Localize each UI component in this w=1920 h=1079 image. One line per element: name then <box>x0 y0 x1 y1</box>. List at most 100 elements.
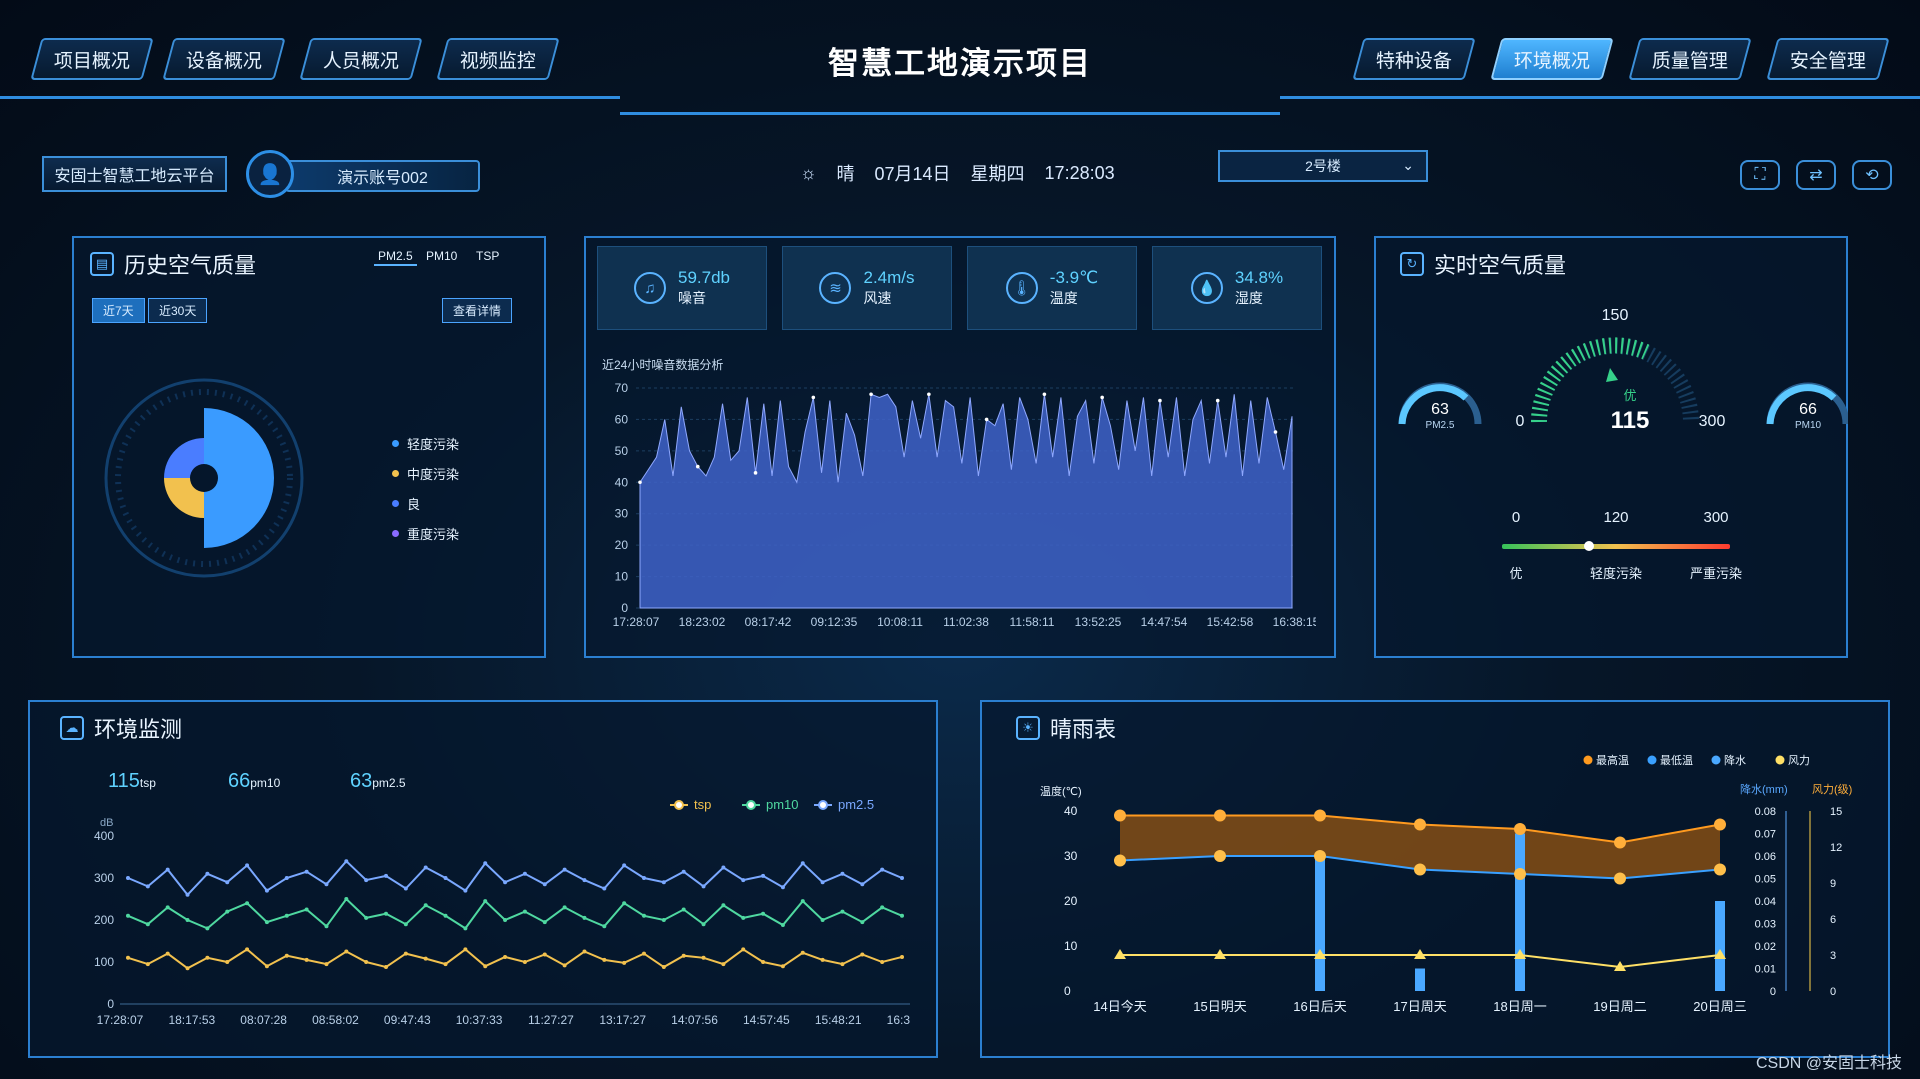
series-point-tsp <box>403 951 408 956</box>
range-30days[interactable]: 近30天 <box>148 298 208 323</box>
y2-tick-label: 0.01 <box>1755 964 1776 976</box>
rain-bar <box>1315 856 1325 991</box>
y-axis-unit: dB <box>100 817 113 829</box>
noise-point <box>1100 395 1104 400</box>
forecast-title: ☀ 晴雨表 <box>1016 712 1116 744</box>
x-tick-label: 14日今天 <box>1093 999 1146 1014</box>
series-point-pm10 <box>423 903 428 908</box>
high-temp-sun-marker <box>1714 818 1726 831</box>
tab-pm25[interactable]: PM2.5 <box>374 248 417 266</box>
gauge-pointer <box>1606 368 1618 382</box>
low-temp-moon-marker <box>1714 863 1726 876</box>
noise-point <box>1042 392 1047 397</box>
history-air-title: ▤ 历史空气质量 <box>90 248 256 280</box>
pm10-label: PM10 <box>1795 420 1822 431</box>
nav-quality-management[interactable]: 质量管理 <box>1628 38 1752 80</box>
nav-device-overview[interactable]: 设备概况 <box>162 38 286 80</box>
y-tick-label: 10 <box>1064 939 1078 953</box>
building-select[interactable]: 2号楼 ⌄ <box>1218 150 1428 182</box>
x-tick-label: 11:27:27 <box>528 1013 574 1027</box>
legend-dot-3 <box>1775 755 1785 765</box>
legend-dot-0 <box>1583 755 1593 765</box>
series-point-pm2.5 <box>126 876 130 880</box>
series-point-pm2.5 <box>304 869 309 874</box>
series-point-pm10 <box>582 915 587 920</box>
series-point-tsp <box>721 962 726 967</box>
tab-tsp[interactable]: TSP <box>472 248 503 264</box>
series-point-pm2.5 <box>780 885 785 890</box>
series-point-tsp <box>820 957 825 962</box>
series-point-tsp <box>622 960 627 965</box>
series-point-tsp <box>245 947 250 952</box>
env-monitor-chart: dB 0 100 200 300 400 tsp pm10 pm2.5 17:28:07 18:17… <box>94 797 910 1027</box>
series-point-pm2.5 <box>562 867 567 872</box>
tab-pm10[interactable]: PM10 <box>422 248 461 264</box>
account-name[interactable]: 演示账号002 <box>285 160 480 192</box>
switch-icon[interactable]: ⇄ <box>1796 160 1836 190</box>
series-point-pm10 <box>145 922 150 927</box>
x-tick-label: 13:52:25 <box>1075 615 1122 629</box>
legend-marker-tsp <box>674 800 684 810</box>
range-7days[interactable]: 近7天 <box>92 298 145 323</box>
series-point-tsp <box>602 957 607 962</box>
series-point-pm2.5 <box>344 859 349 864</box>
x-tick-label: 18:17:53 <box>168 1013 215 1027</box>
y-tick-label: 0 <box>1064 984 1071 998</box>
x-tick-label: 17:28:07 <box>97 1013 144 1027</box>
stat-label: 噪音 <box>678 290 706 306</box>
fullscreen-icon[interactable]: ⛶ <box>1740 160 1780 190</box>
series-point-pm10 <box>503 918 508 922</box>
series-point-pm10 <box>800 899 805 904</box>
y3-tick-label: 3 <box>1830 950 1836 962</box>
series-point-tsp <box>145 962 150 967</box>
low-temp-moon-marker <box>1514 868 1526 880</box>
series-point-tsp <box>503 954 508 959</box>
high-temp-sun-marker <box>1114 809 1126 822</box>
gauge-top-label: 150 <box>1602 307 1629 324</box>
series-point-pm10 <box>681 907 686 912</box>
nav-video-monitor[interactable]: 视频监控 <box>436 38 560 80</box>
avatar[interactable]: 👤 <box>246 150 294 198</box>
series-point-tsp <box>126 955 130 960</box>
series-point-pm2.5 <box>642 876 646 880</box>
series-point-pm2.5 <box>582 878 587 883</box>
x-tick-label: 09:47:43 <box>384 1013 431 1027</box>
y-tick-label: 40 <box>1064 804 1078 818</box>
series-point-pm2.5 <box>145 884 150 889</box>
view-details-button[interactable]: 查看详情 <box>442 298 513 323</box>
series-point-pm10 <box>264 920 269 925</box>
nav-special-equipment[interactable]: 特种设备 <box>1352 38 1476 80</box>
x-tick-label: 14:57:45 <box>743 1013 790 1027</box>
x-tick-label: 15:48:21 <box>815 1013 862 1027</box>
low-temp-moon-marker <box>1414 863 1426 876</box>
noise-point <box>638 480 642 485</box>
gauge-grade: 优 <box>1623 388 1636 403</box>
series-point-tsp <box>205 955 210 960</box>
nav-personnel-overview[interactable]: 人员概况 <box>299 38 423 80</box>
x-tick-label: 10:08:11 <box>877 615 923 629</box>
series-point-pm10 <box>761 911 766 916</box>
scale-max: 300 <box>1703 509 1728 526</box>
series-point-tsp <box>900 954 904 959</box>
series-point-pm2.5 <box>840 871 845 876</box>
scale-bar <box>1502 544 1730 549</box>
nav-safety-management[interactable]: 安全管理 <box>1766 38 1890 80</box>
y-tick-label: 70 <box>615 381 629 395</box>
series-point-pm10 <box>205 926 210 931</box>
x-tick-label: 18:23:02 <box>679 615 726 629</box>
y-tick-label: 10 <box>615 570 629 584</box>
series-point-pm2.5 <box>324 882 329 887</box>
series-point-pm10 <box>602 924 607 929</box>
series-point-tsp <box>681 953 686 958</box>
watermark: CSDN @安固士科技 <box>1755 1055 1902 1072</box>
nav-environment-overview[interactable]: 环境概况 <box>1490 38 1614 80</box>
series-point-pm2.5 <box>900 876 904 880</box>
y-axis-title: 温度(℃) <box>1040 784 1082 798</box>
y2-tick-label: 0 <box>1770 986 1776 998</box>
series-point-pm2.5 <box>364 878 369 883</box>
nav-project-overview[interactable]: 项目概况 <box>30 38 154 80</box>
page-title: 智慧工地演示项目 <box>828 46 1092 81</box>
x-tick-label: 09:12:35 <box>811 615 858 629</box>
y-tick-label: 200 <box>94 913 114 927</box>
logout-icon[interactable]: ⟲ <box>1852 160 1892 190</box>
